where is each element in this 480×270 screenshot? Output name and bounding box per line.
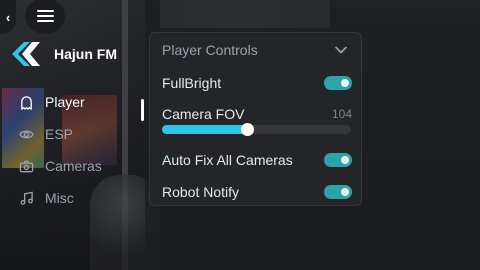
robot-notify-label: Robot Notify [162,184,240,200]
sidebar-item-misc[interactable]: Misc [18,182,148,214]
auto-fix-label: Auto Fix All Cameras [162,152,293,168]
fullbright-row: FullBright [162,75,352,91]
sidebar-item-esp[interactable]: ESP [18,118,148,150]
sidebar-item-player[interactable]: Player [18,86,148,118]
slider-handle[interactable] [241,123,254,136]
ghost-icon [18,94,34,110]
brand: Hajun FM [10,40,117,68]
camera-fov-value: 104 [331,107,352,121]
slider-fill [162,125,247,134]
auto-fix-toggle[interactable] [324,153,352,167]
chevron-down-icon[interactable] [333,42,349,58]
camera-fov-label: Camera FOV [162,106,245,122]
menu-button[interactable] [25,0,65,34]
sidebar-item-label: Misc [45,190,74,206]
panel-title: Player Controls [162,42,258,58]
sidebar-nav: Player ESP Cameras Misc [18,86,148,214]
chevron-left-icon: ‹ [5,9,11,25]
sidebar-item-label: Cameras [45,158,102,174]
hamburger-icon [36,10,54,22]
panel-header[interactable]: Player Controls [150,33,361,67]
robot-notify-toggle[interactable] [324,185,352,199]
fullbright-toggle[interactable] [324,76,352,90]
back-button[interactable]: ‹ [0,0,16,34]
sidebar: ‹ Hajun FM Player ESP Cameras Misc [0,0,145,270]
player-controls-panel: Player Controls FullBright Camera FOV 10… [149,32,362,206]
auto-fix-row: Auto Fix All Cameras [162,152,352,168]
active-indicator [141,99,144,121]
camera-fov-row: Camera FOV 104 [162,106,352,122]
sidebar-item-label: ESP [45,126,74,142]
brand-name: Hajun FM [54,46,117,62]
music-note-icon [18,190,34,206]
sidebar-item-label: Player [45,94,85,110]
eye-icon [18,126,34,142]
camera-icon [18,158,34,174]
robot-notify-row: Robot Notify [162,184,352,200]
sidebar-item-cameras[interactable]: Cameras [18,150,148,182]
fullbright-label: FullBright [162,75,222,91]
camera-fov-slider[interactable] [162,123,351,136]
logo-icon [12,42,40,66]
